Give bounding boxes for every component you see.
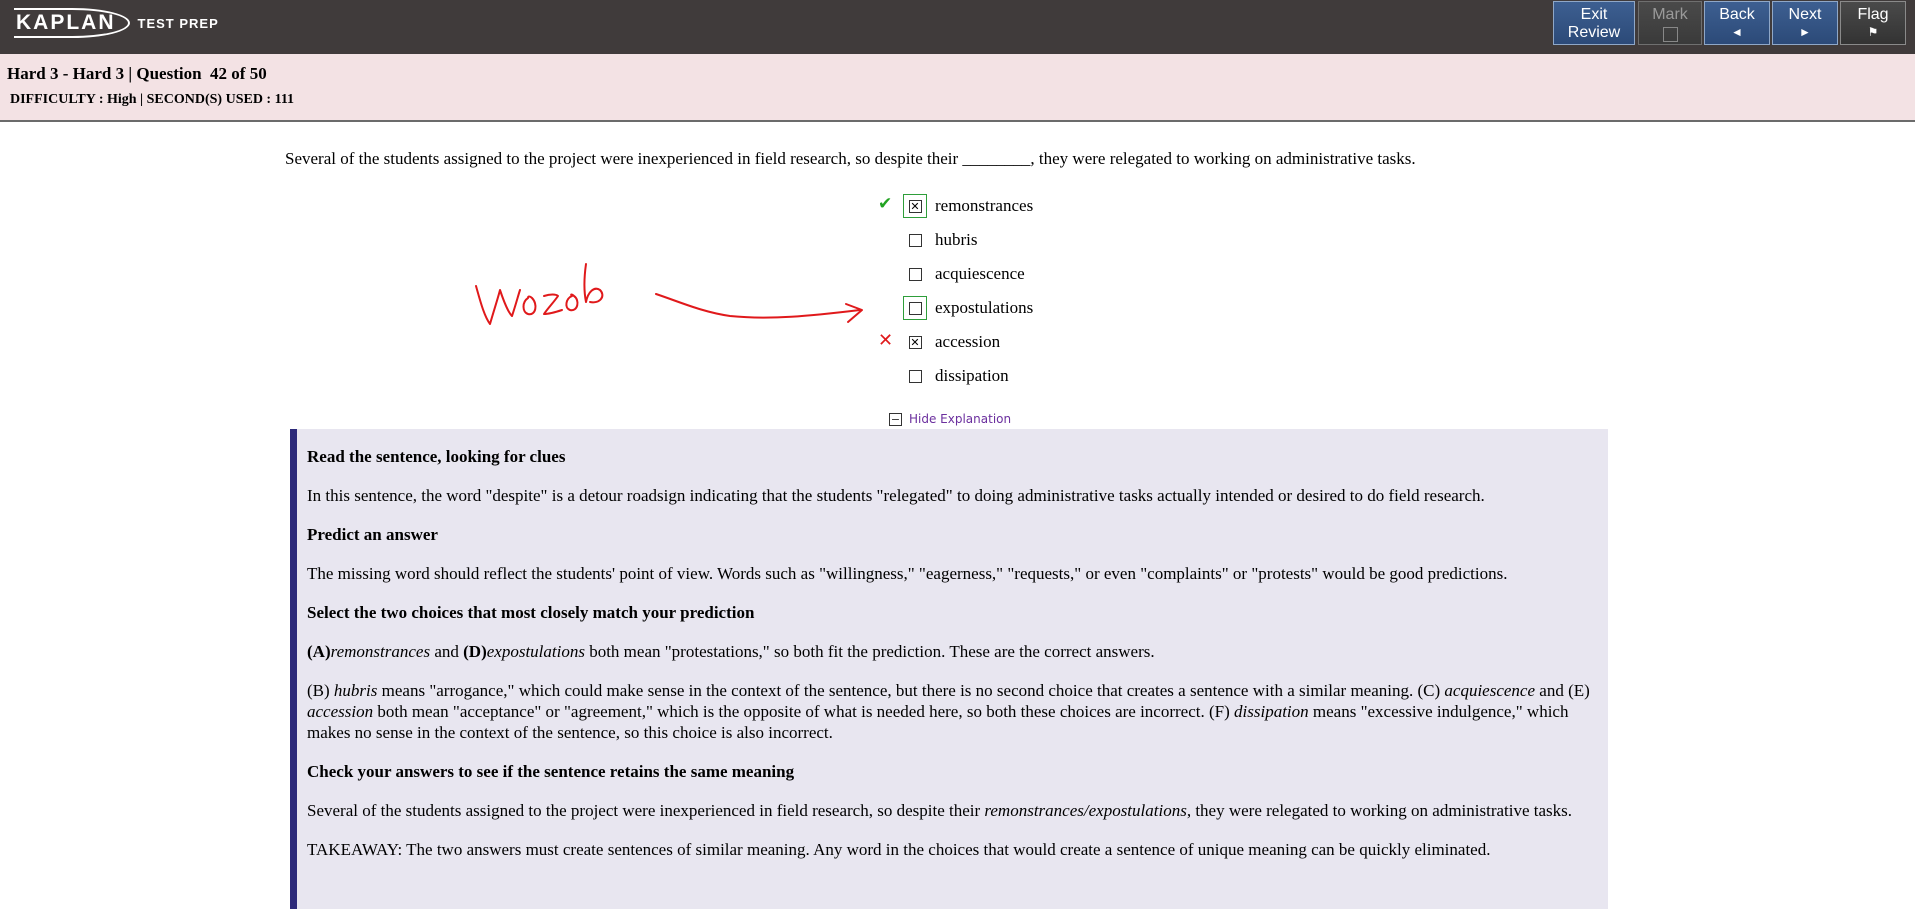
exit-label-line2: Review	[1567, 24, 1621, 41]
term-dissipation: dissipation	[1234, 702, 1309, 721]
checkbox[interactable]	[908, 233, 922, 247]
p4-text-2: means "arrogance," which could make sens…	[377, 681, 1445, 700]
next-label: Next	[1788, 6, 1822, 23]
text-and: and	[430, 642, 464, 661]
mark-checkbox-icon	[1662, 27, 1678, 42]
annot-letter-z	[543, 293, 563, 315]
logo-main-text: KAPLAN	[14, 8, 130, 38]
p4-text-3: and (E)	[1535, 681, 1590, 700]
explanation-heading-3: Select the two choices that most closely…	[307, 603, 755, 622]
text-rest: both mean "protestations," so both fit t…	[584, 642, 1155, 661]
checkbox[interactable]	[908, 369, 922, 383]
flag-label: Flag	[1857, 6, 1889, 23]
term-remonstrances: remonstrances	[330, 642, 431, 661]
choice-label: accession	[935, 332, 1001, 351]
choice-accession[interactable]: ✕ accession	[903, 329, 1000, 355]
checkbox-checked[interactable]: ✕	[908, 199, 922, 213]
back-label: Back	[1719, 6, 1755, 23]
checkbox-checked[interactable]: ✕	[908, 335, 922, 349]
handwritten-annotation	[475, 263, 863, 325]
term-acquiescence: acquiescence	[1444, 681, 1536, 700]
annot-letter-w	[475, 285, 521, 325]
choice-highlight-box	[903, 296, 927, 320]
explanation-heading-2: Predict an answer	[307, 525, 438, 544]
annot-arrow-head	[845, 303, 863, 323]
checkbox-wrap: ✕	[903, 330, 927, 354]
choice-dissipation[interactable]: dissipation	[903, 363, 1009, 389]
p5-text-2: , they were relegated to working on admi…	[1186, 801, 1573, 820]
checkbox-wrap	[903, 364, 927, 388]
next-button[interactable]: Next ►	[1772, 1, 1838, 45]
explanation-paragraph-2: The missing word should reflect the stud…	[307, 564, 1508, 583]
hide-explanation-toggle[interactable]: − Hide Explanation	[889, 412, 1011, 426]
annot-letter-o	[522, 295, 537, 316]
hide-explanation-label: Hide Explanation	[909, 412, 1012, 426]
collapse-icon: −	[889, 412, 902, 426]
choice-highlight-box: ✕	[903, 194, 927, 218]
choice-remonstrances[interactable]: ✕ remonstrances	[903, 193, 1033, 219]
mark-button[interactable]: Mark	[1638, 1, 1702, 45]
choice-letter-d: (D)	[463, 642, 487, 661]
choice-label: hubris	[935, 230, 978, 249]
explanation-heading-5: Check your answers to see if the sentenc…	[307, 762, 795, 781]
choice-letter-a: (A)	[307, 642, 331, 661]
checkbox-wrap	[903, 228, 927, 252]
annot-letter-b	[583, 263, 604, 304]
term-hubris: hubris	[333, 681, 378, 700]
choice-label: expostulations	[935, 298, 1034, 317]
explanation-panel: Read the sentence, looking for clues In …	[290, 429, 1608, 909]
explanation-paragraph-5: Several of the students assigned to the …	[307, 800, 1602, 821]
exit-review-button[interactable]: Exit Review	[1553, 1, 1635, 45]
question-title: Hard 3 - Hard 3 | Question 42 of 50	[7, 64, 267, 83]
explanation-takeaway: TAKEAWAY: The two answers must create se…	[307, 840, 1491, 859]
checkbox[interactable]	[908, 267, 922, 281]
choice-acquiescence[interactable]: acquiescence	[903, 261, 1025, 287]
choice-expostulations[interactable]: expostulations	[903, 295, 1033, 321]
annot-letter-o2	[565, 293, 579, 312]
flag-icon: ⚑	[1867, 25, 1879, 39]
choice-label: acquiescence	[935, 264, 1025, 283]
back-arrow-icon: ◄	[1731, 25, 1743, 39]
annot-arrow-line	[655, 293, 861, 319]
mark-label: Mark	[1652, 6, 1688, 23]
choice-label: dissipation	[935, 366, 1009, 385]
question-meta: DIFFICULTY : High | SECOND(S) USED : 111	[10, 92, 295, 107]
choice-label: remonstrances	[935, 196, 1034, 215]
flag-button[interactable]: Flag ⚑	[1840, 1, 1906, 45]
question-info-bar: Hard 3 - Hard 3 | Question 42 of 50 DIFF…	[0, 54, 1915, 122]
choice-hubris[interactable]: hubris	[903, 227, 978, 253]
explanation-heading-1: Read the sentence, looking for clues	[307, 447, 566, 466]
next-arrow-icon: ►	[1799, 25, 1811, 39]
checkbox[interactable]	[908, 301, 922, 315]
checkbox-wrap	[903, 262, 927, 286]
exit-label-line1: Exit	[1580, 6, 1608, 23]
question-stem: Several of the students assigned to the …	[285, 149, 1416, 168]
back-button[interactable]: Back ◄	[1704, 1, 1770, 45]
term-accession: accession	[307, 702, 374, 721]
p4-text-4: both mean "acceptance" or "agreement," w…	[373, 702, 1235, 721]
term-expostulations: expostulations	[486, 642, 585, 661]
correct-check-icon: ✔	[878, 194, 893, 214]
explanation-paragraph-1: In this sentence, the word "despite" is …	[307, 486, 1485, 505]
p4-text-1: (B)	[307, 681, 334, 700]
logo-sub-text: TEST PREP	[137, 15, 219, 31]
term-answers: remonstrances/expostulations	[984, 801, 1187, 820]
explanation-paragraph-4: (B) hubris means "arrogance," which coul…	[307, 680, 1602, 743]
p5-text-1: Several of the students assigned to the …	[307, 801, 985, 820]
kaplan-logo: KAPLAN TEST PREP	[14, 4, 219, 42]
top-toolbar: KAPLAN TEST PREP Exit Review Mark Back ◄…	[0, 0, 1915, 54]
explanation-paragraph-3: (A)remonstrances and (D)expostulations b…	[307, 641, 1602, 662]
